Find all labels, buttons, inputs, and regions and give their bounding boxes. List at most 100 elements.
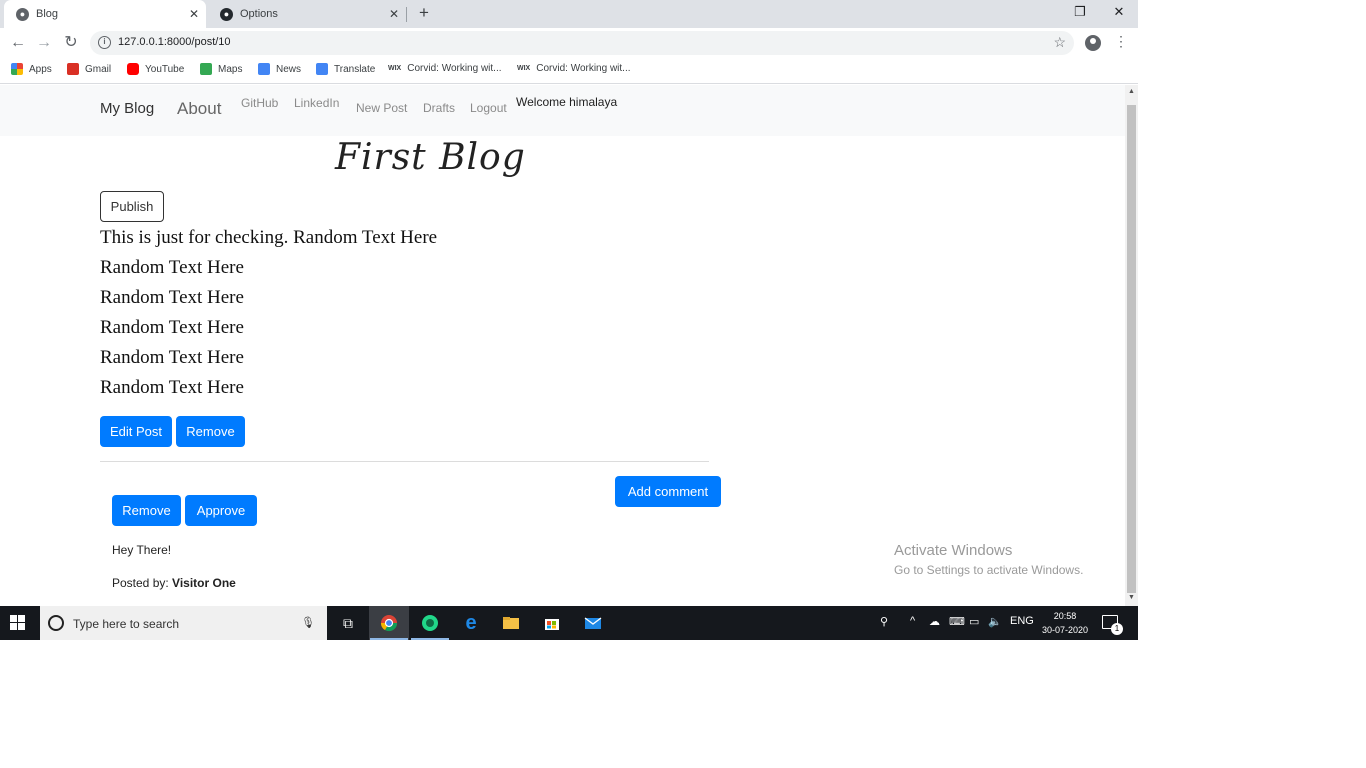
profile-avatar-icon[interactable] <box>1085 35 1101 51</box>
file-explorer-taskbar-icon[interactable] <box>491 606 531 640</box>
url-text[interactable]: 127.0.0.1:8000/post/10 <box>118 36 231 48</box>
site-navbar: My Blog About GitHub LinkedIn New Post D… <box>0 85 1125 136</box>
remove-post-button[interactable]: Remove <box>176 416 245 447</box>
browser-toolbar: ← → ↻ i 127.0.0.1:8000/post/10 ☆ ⋮ <box>0 28 1138 58</box>
maps-icon <box>200 63 212 75</box>
bookmark-label: Corvid: Working wit... <box>536 63 631 74</box>
microphone-icon[interactable]: 🎙 <box>301 616 315 629</box>
tray-chevron-icon[interactable]: ^ <box>910 615 915 627</box>
close-window-icon[interactable]: ✕ <box>1106 2 1132 22</box>
bookmark-star-icon[interactable]: ☆ <box>1053 34 1066 51</box>
tab-close-icon[interactable]: ✕ <box>186 7 202 21</box>
bookmark-corvid-2[interactable]: WIX Corvid: Working wit... <box>517 63 631 74</box>
brand-link[interactable]: My Blog <box>100 100 154 117</box>
divider <box>100 461 709 462</box>
posted-by-label: Posted by: <box>112 576 169 590</box>
nav-new-post[interactable]: New Post <box>356 101 407 115</box>
search-placeholder: Type here to search <box>73 617 180 631</box>
bookmark-label: Maps <box>218 63 243 75</box>
translate-icon <box>316 63 328 75</box>
input-method-icon[interactable]: ⌨ <box>949 615 965 628</box>
chrome-taskbar-icon[interactable] <box>369 606 409 640</box>
reload-icon[interactable]: ↻ <box>61 33 81 53</box>
tab-blog[interactable]: ● Blog ✕ <box>4 0 206 28</box>
edit-post-button[interactable]: Edit Post <box>100 416 172 447</box>
nav-logout[interactable]: Logout <box>470 101 507 115</box>
task-view-icon[interactable]: ⧉ <box>328 606 368 640</box>
bookmark-label: YouTube <box>145 63 185 75</box>
post-line: Random Text Here <box>100 287 244 308</box>
tab-close-icon[interactable]: ✕ <box>386 7 402 21</box>
cortana-icon <box>48 615 64 631</box>
bookmark-maps[interactable]: Maps <box>200 63 242 75</box>
store-taskbar-icon[interactable] <box>532 606 572 640</box>
clock-date: 30-07-2020 <box>1041 625 1089 635</box>
windows-taskbar: Type here to search 🎙 ⧉ e ⚲ ^ ☁ ⌨ ▭ 🔈 EN… <box>0 606 1138 640</box>
nav-github[interactable]: GitHub <box>241 96 278 110</box>
site-info-icon[interactable]: i <box>98 36 111 49</box>
scrollbar-thumb[interactable] <box>1127 105 1136 593</box>
network-icon[interactable]: ▭ <box>969 615 979 628</box>
taskbar-search[interactable]: Type here to search 🎙 <box>40 606 327 640</box>
apps-grid-icon <box>11 63 23 75</box>
approve-comment-button[interactable]: Approve <box>185 495 257 526</box>
clock-time: 20:58 <box>1053 611 1077 621</box>
comment-author: Visitor One <box>172 576 236 590</box>
edge-taskbar-icon[interactable]: e <box>451 606 491 640</box>
clock[interactable]: 20:58 30-07-2020 <box>1037 609 1093 637</box>
gmail-icon <box>67 63 79 75</box>
news-icon <box>258 63 270 75</box>
restore-window-icon[interactable]: ❐ <box>1067 2 1093 22</box>
windows-start-icon[interactable] <box>10 615 26 631</box>
github-icon: ● <box>220 7 233 21</box>
forward-arrow-icon[interactable]: → <box>34 33 54 53</box>
people-icon[interactable]: ⚲ <box>880 615 888 628</box>
comment-author-line: Posted by: Visitor One <box>112 576 236 590</box>
bookmarks-bar: Apps Gmail YouTube Maps News Translate W… <box>0 58 1138 84</box>
address-bar[interactable]: i 127.0.0.1:8000/post/10 ☆ <box>90 31 1074 55</box>
back-arrow-icon[interactable]: ← <box>8 33 28 53</box>
new-tab-button[interactable]: + <box>414 3 434 23</box>
post-body: This is just for checking. Random Text H… <box>100 226 437 406</box>
bookmark-apps[interactable]: Apps <box>11 63 52 75</box>
nav-drafts[interactable]: Drafts <box>423 101 455 115</box>
scroll-up-icon[interactable]: ▲ <box>1125 88 1138 95</box>
scroll-down-icon[interactable]: ▼ <box>1125 594 1138 601</box>
comment-text: Hey There! <box>112 543 172 557</box>
remove-comment-button[interactable]: Remove <box>112 495 181 526</box>
activate-windows-title: Activate Windows <box>894 542 1013 559</box>
bookmark-youtube[interactable]: YouTube <box>127 63 184 75</box>
notification-count-badge: 1 <box>1111 623 1123 635</box>
globe-icon: ● <box>16 7 29 21</box>
bookmark-translate[interactable]: Translate <box>316 63 375 75</box>
add-comment-button[interactable]: Add comment <box>615 476 721 507</box>
bookmark-corvid-1[interactable]: WIX Corvid: Working wit... <box>388 63 502 74</box>
tab-options[interactable]: ● Options ✕ <box>208 0 406 28</box>
post-line: Random Text Here <box>100 257 244 278</box>
bookmark-gmail[interactable]: Gmail <box>67 63 111 75</box>
bookmark-label: Gmail <box>85 63 112 75</box>
bookmark-news[interactable]: News <box>258 63 301 75</box>
mail-taskbar-icon[interactable] <box>573 606 613 640</box>
tab-title: Blog <box>36 8 59 20</box>
more-menu-icon[interactable]: ⋮ <box>1114 33 1128 50</box>
volume-icon[interactable]: 🔈 <box>988 615 1002 628</box>
post-line: This is just for checking. Random Text H… <box>100 227 438 248</box>
post-line: Random Text Here <box>100 317 244 338</box>
welcome-text: Welcome himalaya <box>516 95 618 109</box>
onedrive-icon[interactable]: ☁ <box>929 615 940 628</box>
publish-button[interactable]: Publish <box>100 191 164 222</box>
wix-icon: WIX <box>388 65 402 72</box>
nav-linkedin[interactable]: LinkedIn <box>294 96 339 110</box>
post-line: Random Text Here <box>100 347 244 368</box>
tab-separator <box>406 7 407 22</box>
page-viewport: My Blog About GitHub LinkedIn New Post D… <box>0 85 1125 606</box>
pycharm-taskbar-icon[interactable] <box>410 606 450 640</box>
post-title: First Blog <box>335 137 526 178</box>
page-scrollbar[interactable]: ▲ ▼ <box>1125 85 1138 606</box>
screen: ● Blog ✕ ● Options ✕ + ❐ ✕ ← → ↻ i 127.0… <box>0 0 1138 640</box>
activate-windows-subtitle: Go to Settings to activate Windows. <box>894 563 1084 577</box>
language-indicator[interactable]: ENG <box>1010 615 1034 627</box>
nav-about[interactable]: About <box>177 99 221 119</box>
tab-title: Options <box>240 8 278 20</box>
